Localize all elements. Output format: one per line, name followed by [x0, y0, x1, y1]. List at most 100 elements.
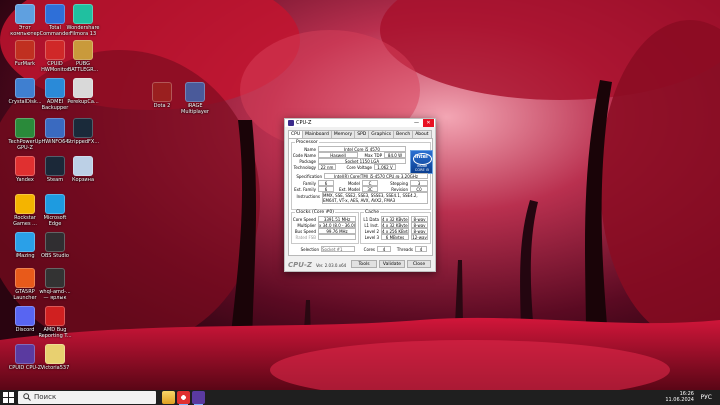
desktop-icon[interactable]: AMD Bug Reporting T... — [38, 306, 72, 339]
cache-l2-label: Level 2 — [364, 229, 379, 234]
app-icon — [45, 306, 65, 326]
desktop-icon[interactable]: Microsoft Edge — [38, 194, 72, 227]
desktop-icon[interactable]: Wondershare Filmora 13 — [66, 4, 100, 37]
instructions-label: Instructions — [296, 194, 321, 199]
app-icon — [73, 118, 93, 138]
close-window-button[interactable]: ✕ — [423, 119, 434, 127]
desktop-icon[interactable]: CrystalDisk... — [8, 78, 42, 105]
name-label: Name — [304, 147, 316, 152]
title-bar[interactable]: CPU-Z — ✕ — [285, 119, 435, 127]
desktop-icon-label: GTA5RP Launcher — [13, 289, 37, 301]
yandex-browser-icon[interactable] — [177, 391, 190, 405]
desktop-icon[interactable]: Yandex — [8, 156, 42, 183]
desktop-icon[interactable]: iRAGE Multiplayer — [178, 82, 212, 115]
desktop-icon-label: PUBG BATTLEGR... — [67, 61, 99, 73]
multiplier-label: Multiplier — [297, 223, 316, 228]
taskbar-search-box[interactable]: Поиск — [18, 391, 156, 404]
cache-group-title: Cache — [364, 210, 380, 215]
processor-group: Processor Name Intel Core i5 4570 Code N… — [291, 140, 433, 210]
system-clock[interactable]: 16:26 11.06.2024 — [665, 391, 694, 403]
app-icon — [152, 82, 172, 102]
app-icon — [15, 118, 35, 138]
stepping-label: Stepping — [390, 181, 408, 186]
app-icon — [73, 78, 93, 98]
tab-bench[interactable]: Bench — [393, 130, 414, 138]
clocks-group: Clocks (Core #0) Core Speed 3391.51 MHz … — [291, 210, 359, 244]
app-icon — [15, 306, 35, 326]
app-icon — [73, 40, 93, 60]
cache-l3-label: Level 3 — [364, 235, 379, 240]
desktop-icon[interactable]: GTA5RP Launcher — [8, 268, 42, 301]
specification-value: Intel(R) Core(TM) i5-4570 CPU @ 3.20GHz — [324, 173, 428, 179]
app-icon — [73, 156, 93, 176]
rated-fsb-label: Rated FSB — [295, 235, 317, 240]
minimize-button[interactable]: — — [411, 119, 422, 127]
desktop-icon[interactable]: StrippedFX... — [66, 118, 100, 145]
app-icon — [15, 344, 35, 364]
desktop-icon-label: OBS Studio — [41, 253, 69, 259]
taskbar: Поиск 16:26 11.06.2024 РУС — [0, 390, 720, 405]
cache-l3-way: 12-way — [411, 234, 428, 240]
cache-l1i-label: L1 Inst. — [364, 223, 379, 228]
windows-start-icon[interactable] — [3, 392, 14, 403]
app-icon — [15, 268, 35, 288]
desktop-icon[interactable]: TechPowerUp GPU-Z — [8, 118, 42, 151]
desktop-icon[interactable]: Discord — [8, 306, 42, 333]
desktop-icon[interactable]: PUBG BATTLEGR... — [66, 40, 100, 73]
desktop-icon[interactable]: PerekupCa... — [66, 78, 100, 105]
file-explorer-icon[interactable] — [162, 391, 175, 404]
app-icon — [15, 156, 35, 176]
app-icon — [45, 118, 65, 138]
desktop-icon-label: CrystalDisk... — [8, 99, 42, 105]
desktop-icon[interactable]: iMazing — [8, 232, 42, 259]
cpuz-window[interactable]: CPU-Z — ✕ CPU Mainboard Memory SPD Graph… — [284, 118, 436, 272]
desktop-icon[interactable]: OBS Studio — [38, 232, 72, 259]
desktop-icon-label: Корзина — [71, 177, 95, 183]
intel-brand: intel — [415, 154, 428, 160]
version-text: Ver. 2.03.0.x64 — [316, 263, 347, 268]
desktop-icon-label: Этот компьютер — [10, 25, 40, 37]
cache-group: Cache L1 Data 4 x 32 KBytes 8-way L1 Ins… — [360, 210, 431, 244]
desktop-icon[interactable]: whql-amd-... — ярлык — [38, 268, 72, 301]
clock-date: 11.06.2024 — [665, 397, 694, 403]
desktop-icon[interactable]: FurMark — [8, 40, 42, 67]
language-indicator[interactable]: РУС — [701, 394, 712, 401]
tab-memory[interactable]: Memory — [330, 130, 356, 138]
app-icon — [45, 4, 65, 24]
desktop-icon[interactable]: Victoria537 — [38, 344, 72, 371]
tab-mainboard[interactable]: Mainboard — [302, 130, 332, 138]
rated-fsb-value — [318, 234, 356, 240]
core-speed-label: Core Speed — [292, 217, 316, 222]
selection-dropdown[interactable]: Socket #1 — [321, 246, 355, 252]
tab-cpu[interactable]: CPU — [288, 130, 304, 138]
app-icon — [15, 194, 35, 214]
close-button[interactable]: Close — [407, 260, 431, 268]
desktop-icon[interactable]: Dota 2 — [145, 82, 179, 109]
tab-spd[interactable]: SPD — [354, 130, 370, 138]
corevoltage-label: Core Voltage — [346, 165, 372, 170]
desktop-icon-label: Dota 2 — [153, 103, 171, 109]
app-icon — [15, 4, 35, 24]
desktop-icon[interactable]: Rockstar Games ... — [8, 194, 42, 227]
cpuz-taskbar-icon[interactable] — [192, 391, 205, 405]
cores-label: Cores — [363, 247, 375, 252]
cache-l3-size: 6 MBytes — [381, 234, 409, 240]
tab-graphics[interactable]: Graphics — [368, 130, 395, 138]
app-icon — [73, 4, 93, 24]
tab-bar: CPU Mainboard Memory SPD Graphics Bench … — [288, 130, 432, 138]
search-placeholder: Поиск — [34, 393, 57, 401]
selection-label: Selection — [300, 247, 319, 252]
validate-button[interactable]: Validate — [379, 260, 405, 268]
desktop-icon[interactable]: Корзина — [66, 156, 100, 183]
desktop-icon-label: iMazing — [15, 253, 35, 259]
desktop-icon[interactable]: CPUID CPU-Z — [8, 344, 42, 371]
tools-button[interactable]: Tools — [351, 260, 377, 268]
specification-label: Specification — [296, 174, 322, 179]
app-icon — [45, 232, 65, 252]
tab-about[interactable]: About — [412, 130, 432, 138]
desktop-icon-label: Wondershare Filmora 13 — [66, 25, 100, 37]
cpuz-app-icon — [288, 120, 294, 126]
model-label: Model — [347, 181, 360, 186]
desktop-icon-label: whql-amd-... — ярлык — [39, 289, 71, 301]
desktop-icon[interactable]: Этот компьютер — [8, 4, 42, 37]
